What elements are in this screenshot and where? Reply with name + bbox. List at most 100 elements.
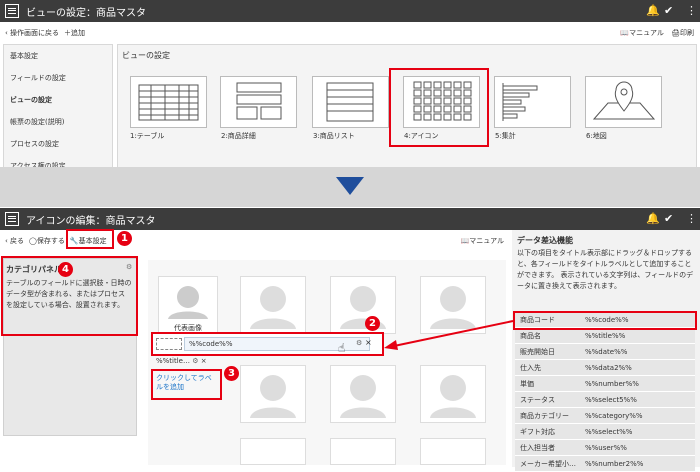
- field-token: %%select%%: [585, 427, 633, 436]
- field-token: %%title%%: [585, 331, 626, 340]
- bottom-titlebar: アイコンの編集：商品マスタ 🔔 ✔ ⋮: [0, 208, 700, 230]
- icon-card-main: 代表画像: [158, 276, 218, 334]
- view-card-detail[interactable]: [220, 76, 297, 128]
- highlight-basic-settings: [66, 229, 114, 249]
- bell-icon[interactable]: 🔔: [646, 4, 660, 17]
- field-token: %%category%%: [585, 411, 643, 420]
- view-label-table: 1:テーブル: [130, 132, 165, 140]
- menu-report[interactable]: 帳票の設定(説明): [4, 111, 112, 133]
- settings-icon[interactable]: ⚙: [192, 357, 198, 365]
- person-placeholder-icon: [340, 375, 386, 418]
- menu-process[interactable]: プロセスの設定: [4, 133, 112, 155]
- close-icon[interactable]: ×: [201, 357, 207, 365]
- field-name: ギフト対応: [520, 427, 555, 436]
- more-icon[interactable]: ⋮: [686, 212, 697, 225]
- badge-3: 3: [224, 366, 239, 381]
- save-button[interactable]: ◯保存する: [29, 236, 65, 246]
- top-titlebar: ビューの設定：商品マスタ 🔔 ✔ ⋮: [0, 0, 700, 22]
- field-name: 単価: [520, 379, 534, 388]
- field-name: 商品名: [520, 331, 541, 340]
- settings-icon[interactable]: ⚙: [126, 263, 132, 271]
- highlight-drop-row: [151, 332, 384, 356]
- detail-icon: [236, 82, 282, 120]
- view-card-summary[interactable]: [494, 76, 571, 128]
- icon-card: [240, 438, 306, 465]
- field-name: 仕入担当者: [520, 443, 555, 452]
- field-name: 商品カテゴリー: [520, 411, 569, 420]
- highlight-icon-view: [389, 68, 489, 147]
- bar-chart-icon: [502, 83, 538, 121]
- view-label-list: 3:商品リスト: [313, 132, 355, 140]
- icon-card: [420, 365, 486, 423]
- field-item[interactable]: 仕入担当者 %%user%%: [515, 440, 695, 456]
- field-item[interactable]: 販売開始日 %%date%%: [515, 344, 695, 360]
- highlight-add-label: [151, 369, 222, 400]
- drag-arrow-icon: [384, 320, 514, 350]
- badge-2: 2: [365, 316, 380, 331]
- view-card-list[interactable]: [312, 76, 389, 128]
- field-item[interactable]: ステータス %%select5%%: [515, 392, 695, 408]
- person-placeholder-icon: [250, 375, 296, 418]
- top-title: ビューの設定：商品マスタ: [26, 7, 146, 19]
- more-icon[interactable]: ⋮: [686, 4, 697, 17]
- field-token: %%number2%%: [585, 459, 644, 468]
- person-placeholder-icon: [168, 286, 208, 319]
- field-token: %%date%%: [585, 347, 628, 356]
- icon-card: [420, 438, 486, 465]
- field-token: %%number%%: [585, 379, 639, 388]
- view-label-detail: 2:商品詳細: [221, 132, 256, 140]
- badge-1: 1: [117, 231, 132, 246]
- field-token: %%select5%%: [585, 395, 637, 404]
- menu-icon[interactable]: [5, 212, 19, 226]
- field-token: %%data2%%: [585, 363, 632, 372]
- field-list: 商品コード %%code%% 商品名 %%title%% 販売開始日 %%date%% 仕入…: [515, 312, 695, 472]
- field-name: ステータス: [520, 395, 555, 404]
- field-token: %%user%%: [585, 443, 627, 452]
- view-label-map: 6:地図: [586, 132, 607, 140]
- manual-link[interactable]: 📖マニュアル: [460, 236, 504, 246]
- menu-view[interactable]: ビューの設定: [4, 89, 112, 111]
- badge-4: 4: [58, 262, 73, 277]
- field-name: 仕入先: [520, 363, 541, 372]
- icon-card: [330, 365, 396, 423]
- icon-card: [330, 438, 396, 465]
- field-item[interactable]: ギフト対応 %%select%%: [515, 424, 695, 440]
- person-placeholder-icon: [250, 286, 296, 329]
- menu-fields[interactable]: フィールドの設定: [4, 67, 112, 89]
- field-item[interactable]: メーカー希望小… %%number2%%: [515, 456, 695, 472]
- field-item[interactable]: 単価 %%number%%: [515, 376, 695, 392]
- insert-title: データ差込機能: [517, 236, 573, 245]
- view-label-summary: 5:集計: [495, 132, 516, 140]
- down-arrow-icon: [336, 177, 364, 195]
- bottom-title: アイコンの編集：商品マスタ: [26, 215, 156, 227]
- menu-basic[interactable]: 基本設定: [4, 45, 112, 67]
- add-button[interactable]: ＋追加: [64, 28, 85, 38]
- table-icon: [138, 84, 199, 121]
- list-icon: [326, 82, 374, 122]
- check-icon[interactable]: ✔: [664, 212, 673, 225]
- person-placeholder-icon: [430, 375, 476, 418]
- icon-card: [240, 276, 306, 334]
- view-section-title: ビューの設定: [122, 51, 170, 60]
- top-toolbar: ‹ 操作画面に戻る ＋追加 📖マニュアル 🖨印刷: [0, 24, 700, 41]
- manual-link[interactable]: 📖マニュアル: [620, 29, 664, 37]
- back-button[interactable]: ‹ 操作画面に戻る: [5, 28, 59, 38]
- settings-menu: 基本設定 フィールドの設定 ビューの設定 帳票の設定(説明) プロセスの設定 ア…: [3, 44, 113, 170]
- back-button[interactable]: ‹ 戻る: [5, 236, 24, 246]
- icon-card: [240, 365, 306, 423]
- check-icon[interactable]: ✔: [664, 4, 673, 17]
- highlight-code-field: [513, 311, 697, 330]
- menu-icon[interactable]: [5, 4, 19, 18]
- view-card-map[interactable]: [585, 76, 662, 128]
- title-token-row[interactable]: %%title… ⚙ ×: [156, 357, 207, 365]
- view-card-table[interactable]: [130, 76, 207, 128]
- insert-desc: 以下の項目をタイトル表示部にドラッグ＆ドロップすると、各フィールドをタイトルラベ…: [517, 249, 694, 290]
- field-item[interactable]: 仕入先 %%data2%%: [515, 360, 695, 376]
- field-item[interactable]: 商品カテゴリー %%category%%: [515, 408, 695, 424]
- field-name: 販売開始日: [520, 347, 555, 356]
- print-link[interactable]: 🖨印刷: [671, 29, 694, 37]
- field-item[interactable]: 商品名 %%title%%: [515, 328, 695, 344]
- field-name: メーカー希望小…: [520, 459, 576, 468]
- map-icon: [592, 81, 656, 120]
- bell-icon[interactable]: 🔔: [646, 212, 660, 225]
